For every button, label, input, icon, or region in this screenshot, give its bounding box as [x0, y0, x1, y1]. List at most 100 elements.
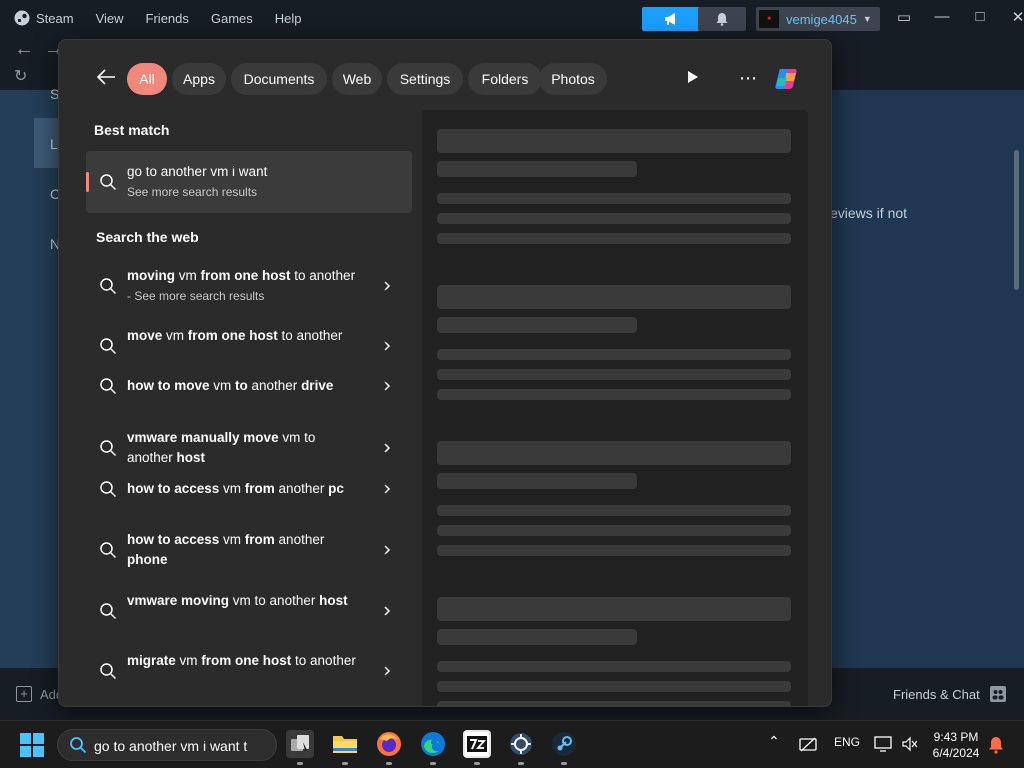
web-result-segment: vmware moving — [127, 593, 230, 608]
chevron-right-icon[interactable] — [382, 545, 392, 555]
web-result-item[interactable]: how to access vm from another pc — [86, 479, 412, 535]
web-result-segment: from one host — [187, 328, 278, 343]
minimize-icon[interactable]: — — [934, 8, 950, 26]
language-indicator[interactable]: ENG — [834, 735, 860, 749]
web-result-item[interactable]: move vm from one host to another — [86, 326, 412, 382]
clock-time: 9:43 PM — [933, 730, 979, 744]
web-result-segment: to another — [291, 653, 356, 668]
friends-chat-button[interactable]: Friends & Chat — [893, 686, 1006, 702]
web-result-segment: host — [319, 593, 348, 608]
filter-documents[interactable]: Documents — [231, 63, 327, 95]
back-arrow-icon[interactable] — [95, 66, 117, 88]
web-result-segment: another — [274, 532, 325, 547]
skeleton-bar — [437, 369, 791, 380]
web-result-text: vmware manually move vm to another host — [127, 428, 357, 468]
taskbar-firefox[interactable] — [375, 730, 403, 758]
search-icon — [100, 278, 117, 295]
chevron-right-icon[interactable] — [382, 281, 392, 291]
user-account-menu[interactable]: ■ vemige4045 ▼ — [756, 7, 880, 31]
filter-settings[interactable]: Settings — [387, 63, 463, 95]
notifications-button[interactable] — [698, 7, 746, 31]
play-icon[interactable] — [687, 70, 699, 84]
chevron-right-icon[interactable] — [382, 443, 392, 453]
web-result-segment: to another — [290, 268, 356, 283]
web-result-segment: vm — [162, 328, 188, 343]
chevron-right-icon[interactable] — [382, 381, 392, 391]
add-game-button[interactable]: + Add — [16, 686, 63, 702]
windows-start-icon[interactable] — [20, 733, 44, 757]
taskbar-edge[interactable] — [419, 730, 447, 758]
taskbar-search-box[interactable]: go to another vm i want t — [57, 729, 277, 761]
steam-menu-item[interactable]: Steam — [14, 10, 74, 26]
skeleton-bar — [437, 441, 791, 465]
skeleton-bar — [437, 701, 791, 706]
taskbar-file-explorer[interactable] — [331, 730, 359, 758]
taskbar-running-indicator — [474, 762, 480, 765]
search-icon — [100, 378, 117, 395]
web-result-item[interactable]: how to access vm from another phone — [86, 530, 412, 586]
web-result-segment: from one host — [201, 653, 292, 668]
maximize-icon[interactable]: □ — [972, 8, 988, 26]
web-result-item[interactable]: vmware manually move vm to another host — [86, 428, 412, 484]
web-result-segment: from — [244, 532, 275, 547]
more-options-icon[interactable]: ⋯ — [739, 68, 758, 89]
best-match-result[interactable]: go to another vm i want See more search … — [86, 151, 412, 213]
megaphone-icon — [665, 13, 675, 25]
taskbar-running-indicator — [342, 762, 348, 765]
announcements-button[interactable] — [642, 7, 702, 31]
volume-muted-icon[interactable] — [902, 736, 918, 752]
network-off-icon[interactable] — [799, 737, 817, 753]
web-result-text: move vm from one host to another — [127, 326, 357, 346]
skeleton-bar — [437, 129, 791, 153]
friends-menu[interactable]: Friends — [146, 11, 189, 26]
close-icon[interactable]: ✕ — [1010, 8, 1024, 26]
view-menu[interactable]: View — [96, 11, 124, 26]
web-result-segment: how to move — [127, 378, 210, 393]
filter-apps[interactable]: Apps — [172, 63, 226, 95]
chevron-right-icon[interactable] — [382, 606, 392, 616]
web-result-segment: to — [235, 378, 248, 393]
chevron-right-icon[interactable] — [382, 484, 392, 494]
web-result-text: vmware moving vm to another host — [127, 591, 357, 611]
web-result-segment: another — [274, 481, 329, 496]
taskbar-search-app[interactable] — [286, 730, 314, 758]
best-match-title: go to another vm i want — [127, 164, 268, 179]
taskbar-gear-app[interactable] — [507, 730, 535, 758]
taskbar-steam[interactable] — [550, 730, 578, 758]
chevron-right-icon[interactable] — [382, 666, 392, 676]
copilot-icon[interactable] — [772, 64, 802, 94]
web-result-item[interactable]: moving vm from one host to another - See… — [86, 266, 412, 322]
skeleton-bar — [437, 193, 791, 204]
filter-web[interactable]: Web — [332, 63, 382, 95]
filter-all[interactable]: All — [127, 63, 167, 95]
filter-photos[interactable]: Photos — [539, 63, 607, 95]
scrollbar[interactable] — [1014, 150, 1019, 290]
chevron-right-icon[interactable] — [382, 341, 392, 351]
web-result-item[interactable]: vmware moving vm to another host — [86, 591, 412, 647]
best-match-heading: Best match — [94, 122, 170, 138]
notification-bell-icon[interactable] — [988, 736, 1004, 754]
bell-icon — [716, 13, 728, 26]
search-icon — [100, 338, 117, 355]
chevron-up-icon[interactable]: ⌃ — [768, 733, 780, 750]
windows-search-panel: All Apps Documents Web Settings Folders … — [58, 39, 832, 707]
taskbar-clock[interactable]: 9:43 PM 6/4/2024 — [926, 729, 986, 761]
back-arrow-icon[interactable]: ← — [14, 38, 34, 61]
web-result-segment: pc — [328, 481, 344, 496]
skeleton-bar — [437, 213, 791, 224]
skeleton-bar — [437, 597, 791, 621]
refresh-icon[interactable]: ↻ — [14, 66, 27, 86]
web-result-text: migrate vm from one host to another — [127, 651, 357, 671]
folder-icon — [333, 736, 357, 753]
web-result-item[interactable]: how to move vm to another drive — [86, 376, 412, 432]
steam-sidebar: S L C N — [0, 86, 60, 668]
selection-accent — [86, 172, 89, 192]
big-picture-icon[interactable]: ▭ — [896, 8, 912, 26]
help-menu[interactable]: Help — [275, 11, 302, 26]
display-icon[interactable] — [874, 736, 892, 752]
filter-folders[interactable]: Folders — [468, 63, 542, 95]
games-menu[interactable]: Games — [211, 11, 253, 26]
taskbar-7zip[interactable] — [463, 730, 491, 758]
web-result-item[interactable]: migrate vm from one host to another — [86, 651, 412, 706]
skeleton-bar — [437, 629, 637, 645]
